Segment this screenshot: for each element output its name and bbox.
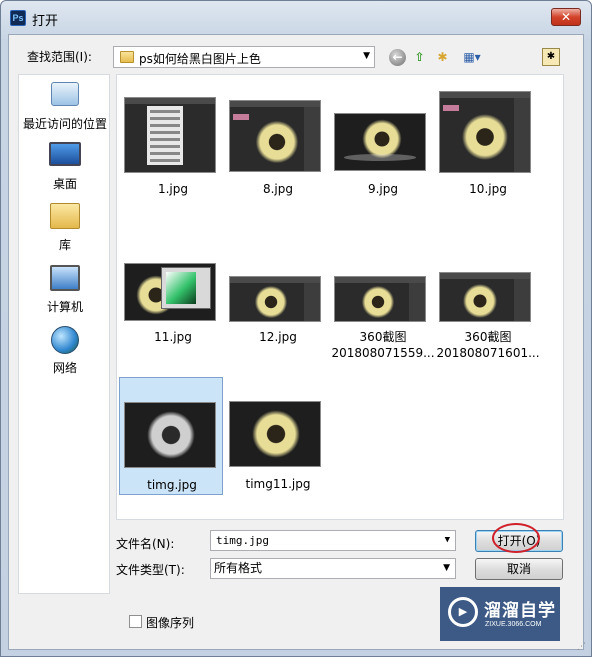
recent-places-icon — [51, 82, 79, 106]
file-thumbnail — [334, 113, 426, 171]
place-label: 库 — [58, 238, 71, 252]
file-name: 360截图 — [464, 330, 512, 344]
place-network[interactable]: 网络 — [19, 326, 111, 376]
file-name: 1.jpg — [157, 182, 189, 196]
file-list[interactable]: 1.jpg 8.jpg 9.jpg 10.jpg 11.jpg 12.jpg 3… — [116, 74, 564, 520]
file-name: 10.jpg — [469, 182, 507, 196]
lookin-combo[interactable]: ps如何给黑白图片上色 ▼ — [113, 46, 375, 68]
watermark-brand: 溜溜自学 — [484, 601, 556, 621]
file-name: 8.jpg — [262, 182, 294, 196]
filename-value: timg.jpg — [216, 534, 269, 547]
file-item[interactable]: 11.jpg — [121, 239, 225, 357]
place-computer[interactable]: 计算机 — [19, 265, 111, 315]
watermark-domain: ZIXUE.3066.COM — [485, 621, 542, 628]
watermark-logo: ▶ 溜溜自学 ZIXUE.3066.COM — [440, 587, 560, 641]
filename-label: 文件名(N): — [116, 537, 175, 551]
file-thumbnail — [124, 97, 216, 173]
network-icon — [51, 326, 79, 354]
place-desktop[interactable]: 桌面 — [19, 142, 111, 192]
close-icon[interactable]: ✕ — [551, 8, 581, 26]
filetype-value: 所有格式 — [214, 561, 263, 575]
file-thumbnail — [124, 263, 216, 321]
image-sequence-label: 图像序列 — [146, 616, 195, 630]
place-label: 桌面 — [52, 177, 77, 191]
dialog-title: 打开 — [32, 14, 59, 29]
file-name: 12.jpg — [259, 330, 297, 344]
computer-icon — [50, 265, 80, 291]
file-name: 201808071559... — [331, 346, 435, 360]
place-library[interactable]: 库 — [19, 203, 111, 253]
cancel-button[interactable]: 取消 — [475, 558, 563, 580]
file-name: timg.jpg — [147, 478, 197, 492]
file-name: 201808071601... — [436, 346, 540, 360]
file-thumbnail — [229, 276, 321, 322]
folder-icon — [120, 51, 134, 63]
chevron-down-icon[interactable]: ▼ — [445, 531, 450, 550]
filetype-label: 文件类型(T): — [116, 563, 185, 577]
chevron-down-icon: ▼ — [363, 51, 370, 61]
ps-icon: Ps — [10, 10, 26, 26]
file-item[interactable]: 360截图 201808071601... — [436, 239, 540, 360]
file-thumbnail — [439, 272, 531, 322]
file-item[interactable]: timg11.jpg — [226, 377, 330, 495]
file-item[interactable]: 1.jpg — [121, 91, 225, 209]
lookin-label: 查找范围(I): — [27, 50, 92, 64]
up-folder-icon[interactable]: ⇧ — [411, 49, 428, 66]
file-item[interactable]: 9.jpg — [331, 91, 435, 209]
preview-icon[interactable]: ✱ — [542, 48, 560, 66]
file-item[interactable]: 10.jpg — [436, 91, 540, 209]
lookin-value: ps如何给黑白图片上色 — [139, 52, 261, 66]
file-thumbnail — [229, 401, 321, 467]
resize-grip-icon[interactable]: ⋰ — [577, 642, 587, 652]
place-label: 最近访问的位置 — [22, 117, 107, 131]
place-recent[interactable]: 最近访问的位置 — [19, 79, 111, 132]
file-item[interactable]: 360截图 201808071559... — [331, 239, 435, 360]
highlight-circle — [492, 523, 540, 553]
place-label: 网络 — [52, 361, 77, 375]
file-name: 9.jpg — [367, 182, 399, 196]
image-sequence-checkbox[interactable] — [129, 615, 142, 628]
places-bar: 最近访问的位置 桌面 库 计算机 网络 — [18, 74, 110, 594]
play-icon: ▶ — [448, 597, 478, 627]
file-thumbnail — [124, 402, 216, 468]
file-item-selected[interactable]: timg.jpg — [119, 377, 223, 495]
title-bar[interactable]: Ps 打开 ✕ — [1, 1, 591, 35]
open-dialog: Ps 打开 ✕ 查找范围(I): ps如何给黑白图片上色 ▼ ← ⇧ ✱ ▦▾ … — [0, 0, 592, 657]
file-name: 360截图 — [359, 330, 407, 344]
filetype-select[interactable]: 所有格式 ▼ — [210, 558, 456, 579]
new-folder-icon[interactable]: ✱ — [434, 49, 451, 66]
library-icon — [50, 203, 80, 229]
chevron-down-icon: ▼ — [443, 563, 450, 573]
desktop-icon — [49, 142, 81, 166]
back-icon[interactable]: ← — [389, 49, 406, 66]
view-menu-icon[interactable]: ▦▾ — [459, 49, 485, 66]
filename-input[interactable]: timg.jpg ▼ — [210, 530, 456, 551]
file-item[interactable]: 12.jpg — [226, 239, 330, 357]
file-thumbnail — [334, 276, 426, 322]
file-name: timg11.jpg — [245, 477, 311, 491]
file-thumbnail — [229, 100, 321, 172]
file-thumbnail — [439, 91, 531, 173]
place-label: 计算机 — [46, 300, 83, 314]
file-item[interactable]: 8.jpg — [226, 91, 330, 209]
file-name: 11.jpg — [154, 330, 192, 344]
